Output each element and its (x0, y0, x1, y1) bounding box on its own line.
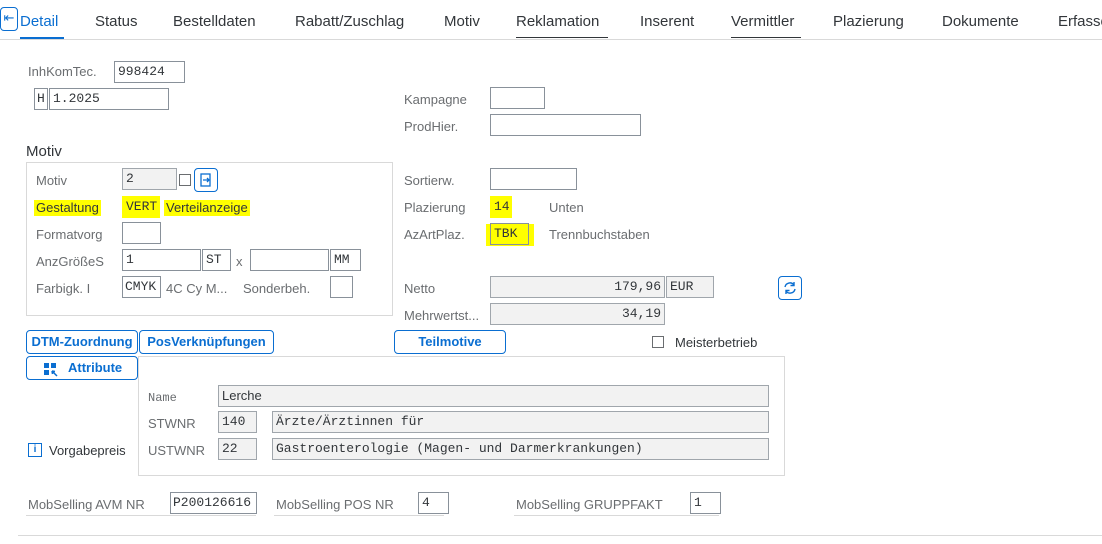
export-icon[interactable] (194, 168, 218, 192)
netto-field[interactable]: 179,96 (490, 276, 665, 298)
plazierung-field[interactable]: 14 (490, 196, 512, 218)
info-icon[interactable]: i (28, 443, 42, 457)
anzgroesse-unit-field-2[interactable]: MM (330, 249, 361, 271)
anzgroesse-label: AnzGrößeS (36, 254, 104, 269)
bottom-divider (18, 535, 1102, 536)
gestaltung-field[interactable]: VERT (122, 196, 160, 218)
motiv-field[interactable]: 2 (122, 168, 177, 190)
anzgroesse-unit-field[interactable]: ST (202, 249, 231, 271)
kampagne-field[interactable] (490, 87, 545, 109)
tab-marker-reklamation (516, 37, 608, 38)
tab-detail[interactable]: Detail (20, 13, 58, 31)
ustwnr-text-field[interactable]: Gastroenterologie (Magen- und Darmerkran… (272, 438, 769, 460)
footer-underline-2 (274, 515, 444, 516)
farbigk-text: 4C Cy M... (166, 281, 228, 296)
tab-dokumente[interactable]: Dokumente (942, 13, 1019, 31)
collapse-icon[interactable]: ⇤ (0, 7, 18, 31)
sonderbeh-label: Sonderbeh. (243, 281, 311, 296)
mwst-label: Mehrwertst... (404, 308, 480, 323)
meisterbetrieb-checkbox[interactable] (652, 336, 664, 348)
motiv-label: Motiv (36, 173, 68, 188)
farbigk-field[interactable]: CMYK (122, 276, 161, 298)
netto-label: Netto (404, 281, 436, 296)
motiv-checkbox[interactable] (179, 174, 191, 186)
motiv-section-title: Motiv (26, 143, 62, 160)
tab-vermittler[interactable]: Vermittler (731, 13, 794, 31)
formatvorg-field[interactable] (122, 222, 161, 244)
tab-motiv[interactable]: Motiv (444, 13, 480, 31)
meisterbetrieb-label: Meisterbetrieb (675, 335, 758, 350)
kampagne-label: Kampagne (404, 92, 467, 107)
grid-icon (44, 362, 58, 384)
mobselling-gruppfakt-field[interactable]: 1 (690, 492, 721, 514)
attribute-button-label: Attribute (68, 360, 123, 375)
ustwnr-label: USTWNR (148, 443, 206, 458)
plazierung-label: Plazierung (404, 200, 466, 215)
mobselling-avm-field[interactable]: P200126616 (170, 492, 257, 514)
prodhier-field[interactable] (490, 114, 641, 136)
netto-currency-field[interactable]: EUR (666, 276, 714, 298)
anzgroesse-field-2[interactable] (250, 249, 329, 271)
mobselling-avm-label: MobSelling AVM NR (28, 497, 145, 512)
tab-rabatt-zuschlag[interactable]: Rabatt/Zuschlag (295, 13, 404, 31)
azartplaz-field[interactable]: TBK (490, 223, 529, 245)
prodhier-label: ProdHier. (404, 119, 459, 134)
h-field[interactable]: H (34, 88, 48, 110)
inhkomtec-field[interactable]: 998424 (114, 61, 185, 83)
plazierung-text: Unten (549, 200, 584, 215)
teilmotive-button[interactable]: Teilmotive (394, 330, 506, 354)
mobselling-gruppfakt-label: MobSelling GRUPPFAKT (516, 497, 663, 512)
mobselling-pos-field[interactable]: 4 (418, 492, 449, 514)
tab-reklamation[interactable]: Reklamation (516, 13, 599, 31)
times-sign: x (236, 254, 243, 269)
footer-underline-1 (26, 515, 256, 516)
sonderbeh-field[interactable] (330, 276, 353, 298)
posverknuepfungen-button[interactable]: PosVerknüpfungen (139, 330, 274, 354)
tab-erfasser[interactable]: Erfasse (1058, 13, 1102, 31)
tab-marker-vermittler (731, 37, 801, 38)
azartplaz-label: AzArtPlaz. (404, 227, 465, 242)
stwnr-text-field[interactable]: Ärzte/Ärztinnen für (272, 411, 769, 433)
farbigk-label: Farbigk. I (36, 281, 91, 296)
footer-underline-3 (514, 515, 719, 516)
tab-bestelldaten[interactable]: Bestelldaten (173, 13, 256, 31)
inhkomtec-label: InhKomTec. (28, 64, 97, 79)
mobselling-pos-label: MobSelling POS NR (276, 497, 394, 512)
ustwnr-field[interactable]: 22 (218, 438, 257, 460)
sortierw-label: Sortierw. (404, 173, 455, 188)
azartplaz-text: Trennbuchstaben (549, 227, 650, 242)
refresh-icon[interactable] (778, 276, 802, 300)
anzgroesse-field[interactable]: 1 (122, 249, 201, 271)
attribute-button[interactable]: Attribute (26, 356, 138, 380)
stwnr-field[interactable]: 140 (218, 411, 257, 433)
name-label: Name (148, 391, 177, 405)
tab-plazierung[interactable]: Plazierung (833, 13, 904, 31)
tab-status[interactable]: Status (95, 13, 138, 31)
formatvorg-label: Formatvorg (36, 227, 103, 242)
sortierw-field[interactable] (490, 168, 577, 190)
active-tab-indicator (20, 37, 64, 39)
gestaltung-text: Verteilanzeige (164, 200, 250, 216)
gestaltung-label: Gestaltung (34, 200, 101, 216)
tab-bar: ⇤ Detail Status Bestelldaten Rabatt/Zusc… (0, 0, 1102, 40)
vorgabepreis-label: Vorgabepreis (49, 443, 126, 458)
stwnr-label: STWNR (148, 416, 196, 431)
mwst-field[interactable]: 34,19 (490, 303, 665, 325)
dtm-zuordnung-button[interactable]: DTM-Zuordnung (26, 330, 138, 354)
tab-inserent[interactable]: Inserent (640, 13, 694, 31)
date-field[interactable]: 1.2025 (49, 88, 169, 110)
name-field[interactable]: Lerche (218, 385, 769, 407)
